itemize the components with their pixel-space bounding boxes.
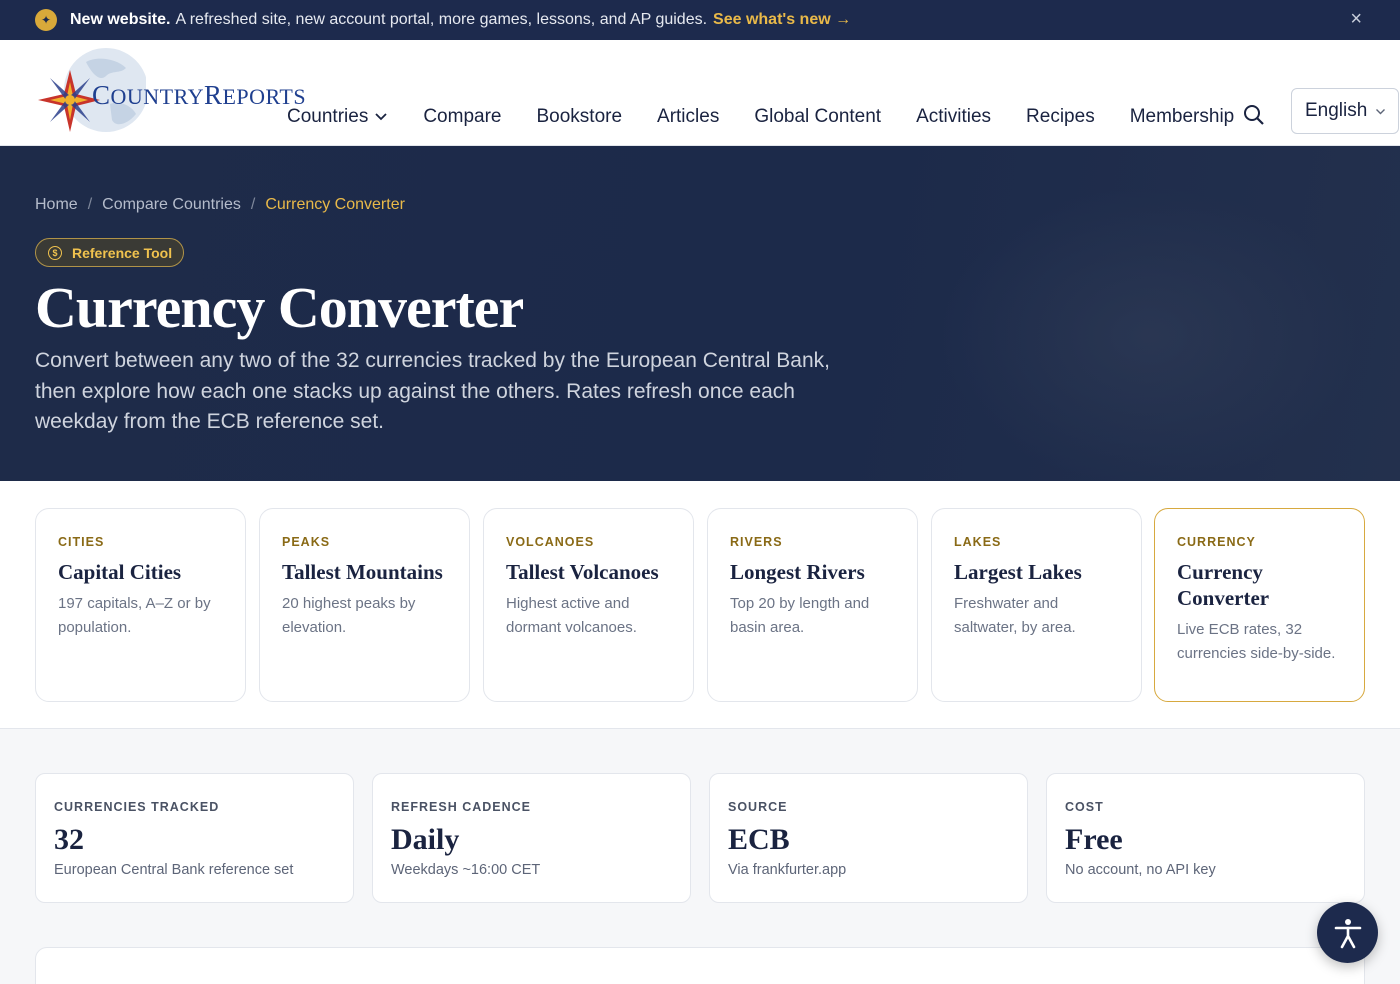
accessibility-button[interactable] bbox=[1317, 902, 1378, 963]
nav-countries[interactable]: Countries bbox=[287, 106, 388, 128]
nav-label: Recipes bbox=[1026, 106, 1095, 127]
tool-card-tallest-volcanoes[interactable]: VOLCANOES Tallest Volcanoes Highest acti… bbox=[483, 508, 694, 702]
breadcrumb: Home / Compare Countries / Currency Conv… bbox=[35, 196, 405, 214]
sparkle-icon: ✦ bbox=[35, 9, 57, 31]
site-header: COUNTRYREPORTS Countries Compare Booksto… bbox=[0, 40, 1400, 146]
nav-global-content[interactable]: Global Content bbox=[754, 106, 881, 128]
tool-card-title: Largest Lakes bbox=[954, 560, 1082, 584]
hero-glow bbox=[940, 186, 1360, 486]
stat-note: European Central Bank reference set bbox=[54, 862, 294, 878]
tool-card-title: Currency Converter bbox=[1177, 560, 1270, 610]
stat-card-currencies-tracked: CURRENCIES TRACKED 32 European Central B… bbox=[35, 773, 354, 903]
main-nav: Countries Compare Bookstore Articles Glo… bbox=[287, 106, 1269, 128]
announcement-title: New website. bbox=[70, 11, 171, 28]
stat-value: ECB bbox=[728, 823, 790, 856]
tool-card-currency-converter[interactable]: CURRENCY Currency Converter Live ECB rat… bbox=[1154, 508, 1365, 702]
announcement-message: A refreshed site, new account portal, mo… bbox=[175, 11, 708, 28]
breadcrumb-separator: / bbox=[87, 196, 93, 213]
chevron-down-icon bbox=[374, 106, 388, 128]
tool-card-description: Top 20 by length and basin area. bbox=[730, 595, 870, 636]
tool-card-title: Capital Cities bbox=[58, 560, 182, 584]
breadcrumb-home[interactable]: Home bbox=[35, 196, 78, 214]
tool-card-title: Tallest Volcanoes bbox=[506, 560, 659, 584]
tool-card-tag: CURRENCY bbox=[1177, 535, 1256, 549]
stat-label: COST bbox=[1065, 800, 1104, 814]
nav-label: Activities bbox=[916, 106, 992, 127]
stat-card-source: SOURCE ECB Via frankfurter.app bbox=[709, 773, 1028, 903]
stat-label: SOURCE bbox=[728, 800, 788, 814]
nav-compare[interactable]: Compare bbox=[423, 106, 501, 128]
tool-card-tag: LAKES bbox=[954, 535, 1002, 549]
tool-card-largest-lakes[interactable]: LAKES Largest Lakes Freshwater and saltw… bbox=[931, 508, 1142, 702]
stat-value: Free bbox=[1065, 823, 1123, 856]
nav-label: Global Content bbox=[754, 106, 882, 127]
breadcrumb-separator: / bbox=[250, 196, 256, 213]
stat-label: CURRENCIES TRACKED bbox=[54, 800, 220, 814]
tool-cards-section: CITIES Capital Cities 197 capitals, A–Z … bbox=[0, 481, 1400, 729]
stat-label: REFRESH CADENCE bbox=[391, 800, 532, 814]
nav-label: Membership bbox=[1129, 106, 1235, 127]
nav-recipes[interactable]: Recipes bbox=[1026, 106, 1095, 128]
stat-note: No account, no API key bbox=[1065, 862, 1216, 878]
breadcrumb-compare-countries[interactable]: Compare Countries bbox=[102, 196, 241, 214]
tool-card-description: Live ECB rates, 32 currencies side-by-si… bbox=[1177, 621, 1336, 662]
search-icon[interactable] bbox=[1243, 104, 1265, 131]
nav-bookstore[interactable]: Bookstore bbox=[536, 106, 622, 128]
tool-card-title: Tallest Mountains bbox=[282, 560, 443, 584]
stat-note: Weekdays ~16:00 CET bbox=[391, 862, 541, 878]
converter-panel bbox=[35, 947, 1365, 984]
stat-card-refresh-cadence: REFRESH CADENCE Daily Weekdays ~16:00 CE… bbox=[372, 773, 691, 903]
nav-label: Articles bbox=[657, 106, 720, 127]
dollar-coin-icon: $ bbox=[48, 245, 62, 260]
tool-card-title: Longest Rivers bbox=[730, 560, 865, 584]
tool-card-tag: RIVERS bbox=[730, 535, 783, 549]
announcement-bar: ✦ New website. A refreshed site, new acc… bbox=[0, 0, 1400, 40]
tool-card-tag: PEAKS bbox=[282, 535, 331, 549]
tool-card-tallest-mountains[interactable]: PEAKS Tallest Mountains 20 highest peaks… bbox=[259, 508, 470, 702]
tool-card-tag: VOLCANOES bbox=[506, 535, 595, 549]
badge-label: Reference Tool bbox=[72, 244, 173, 261]
stat-value: Daily bbox=[391, 823, 460, 856]
tool-card-description: Highest active and dormant volcanoes. bbox=[506, 595, 637, 636]
tool-card-tag: CITIES bbox=[58, 535, 105, 549]
stat-note: Via frankfurter.app bbox=[728, 862, 847, 878]
language-label: English bbox=[1305, 100, 1368, 121]
stat-card-cost: COST Free No account, no API key bbox=[1046, 773, 1365, 903]
close-icon[interactable]: × bbox=[1350, 9, 1362, 29]
nav-label: Countries bbox=[287, 106, 369, 127]
tool-card-description: Freshwater and saltwater, by area. bbox=[954, 595, 1076, 636]
tool-card-capital-cities[interactable]: CITIES Capital Cities 197 capitals, A–Z … bbox=[35, 508, 246, 702]
page-description: Convert between any two of the 32 curren… bbox=[35, 349, 830, 433]
nav-label: Compare bbox=[423, 106, 502, 127]
chevron-down-icon bbox=[1375, 100, 1386, 122]
tool-card-description: 20 highest peaks by elevation. bbox=[282, 595, 416, 636]
nav-activities[interactable]: Activities bbox=[916, 106, 991, 128]
stat-value: 32 bbox=[54, 823, 84, 856]
tool-card-description: 197 capitals, A–Z or by population. bbox=[58, 595, 211, 636]
countryreports-logo[interactable]: COUNTRYREPORTS bbox=[36, 44, 306, 140]
nav-articles[interactable]: Articles bbox=[657, 106, 719, 128]
accessibility-icon bbox=[1334, 918, 1361, 948]
nav-membership[interactable]: Membership bbox=[1130, 106, 1235, 128]
logo-wordmark: COUNTRYREPORTS bbox=[92, 80, 307, 110]
reference-tool-badge: $ Reference Tool bbox=[35, 238, 185, 267]
language-select[interactable]: English bbox=[1291, 88, 1399, 134]
tool-card-longest-rivers[interactable]: RIVERS Longest Rivers Top 20 by length a… bbox=[707, 508, 918, 702]
see-whats-new-link[interactable]: See what's new → bbox=[713, 11, 851, 29]
page-title: Currency Converter bbox=[35, 275, 524, 340]
breadcrumb-current: Currency Converter bbox=[265, 196, 405, 213]
hero-section: Home / Compare Countries / Currency Conv… bbox=[0, 146, 1400, 486]
nav-label: Bookstore bbox=[536, 106, 623, 127]
